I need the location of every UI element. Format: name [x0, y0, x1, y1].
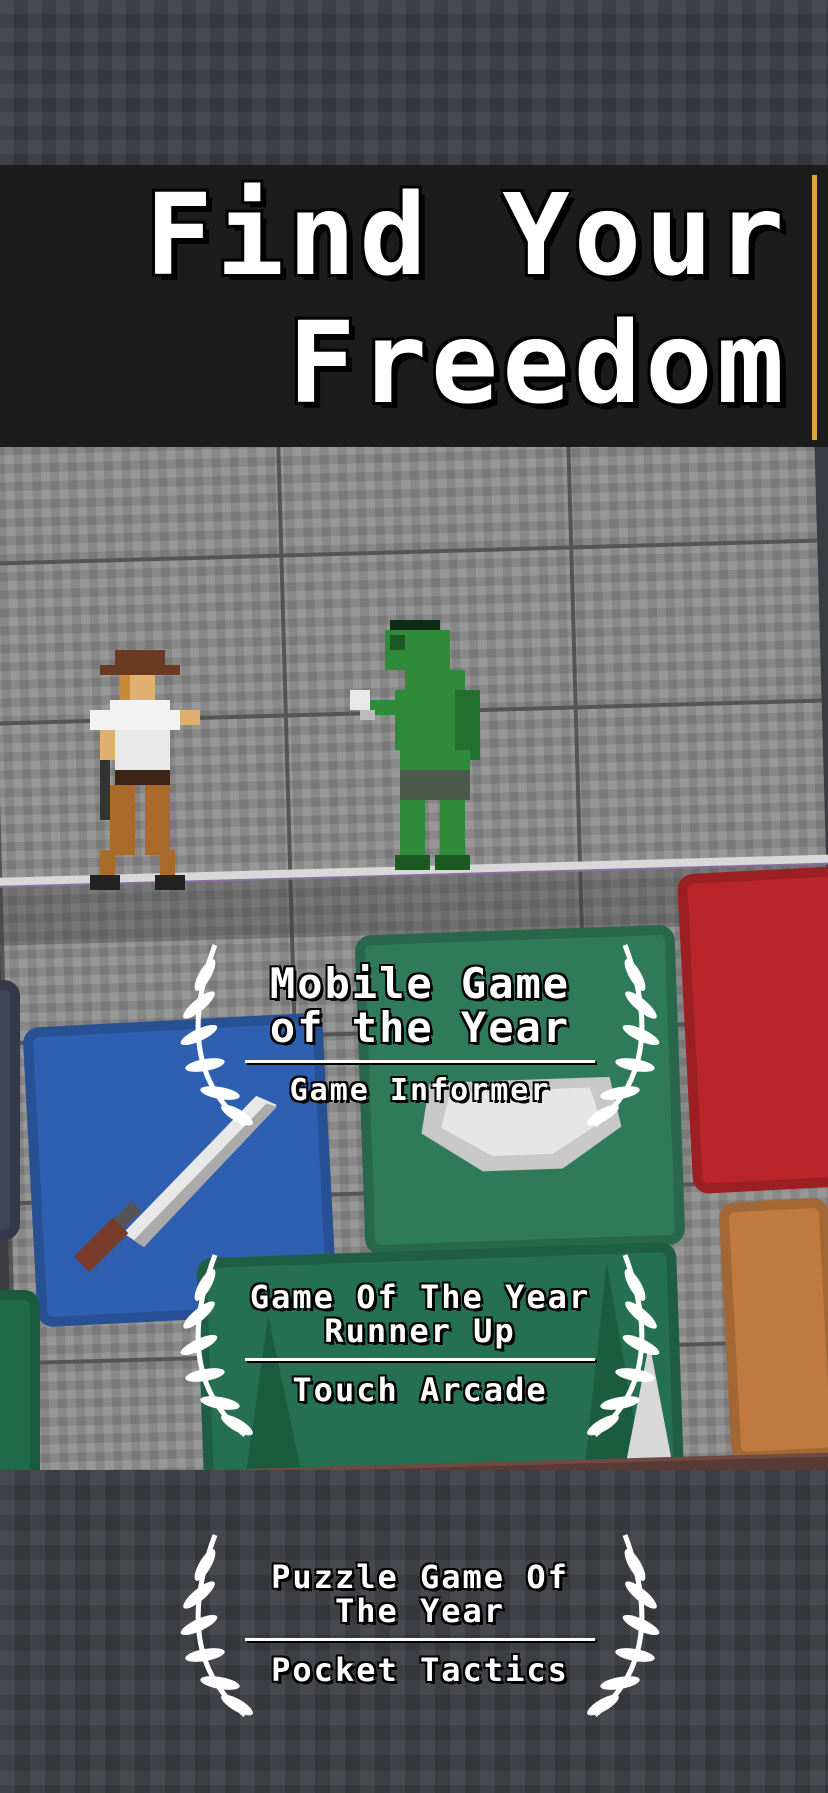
award-text: Mobile Game of the Year Game Informer: [245, 935, 595, 1135]
headline: Find Your Freedom: [8, 172, 788, 428]
award-text: Puzzle Game Of The Year Pocket Tactics: [245, 1525, 595, 1725]
award-divider: [245, 1060, 595, 1064]
award-title: Mobile Game of the Year: [269, 958, 571, 1052]
award-text: Game Of The Year Runner Up Touch Arcade: [245, 1245, 595, 1445]
dark-stone-background-top: [0, 0, 828, 170]
award-title-line-2: The Year: [334, 1591, 506, 1630]
dark-card: [0, 980, 20, 1240]
red-card: [676, 865, 828, 1195]
award-title: Puzzle Game Of The Year: [271, 1557, 569, 1630]
award-title-line-1: Puzzle Game Of: [271, 1557, 569, 1596]
award-source: Game Informer: [289, 1073, 551, 1109]
award-title-line-1: Game Of The Year: [249, 1277, 591, 1316]
explorer-sprite: [90, 650, 200, 890]
headline-line-1: Find Your: [145, 171, 788, 301]
award-source: Touch Arcade: [292, 1371, 548, 1410]
gold-accent-edge: [812, 175, 817, 440]
award-puzzle-game-of-the-year: Puzzle Game Of The Year Pocket Tactics: [175, 1525, 665, 1725]
green-card-left: [0, 1290, 40, 1490]
award-game-of-the-year-runner-up: Game Of The Year Runner Up Touch Arcade: [175, 1245, 665, 1445]
award-source: Pocket Tactics: [271, 1651, 569, 1690]
award-title-line-1: Mobile Game: [269, 958, 571, 1008]
award-divider: [245, 1638, 595, 1642]
award-title: Game Of The Year Runner Up: [249, 1277, 591, 1350]
zombie-sprite: [350, 620, 480, 870]
award-title-line-2: Runner Up: [324, 1311, 516, 1350]
award-title-line-2: of the Year: [269, 1003, 571, 1052]
orange-card: [718, 1197, 828, 1463]
award-mobile-game-of-the-year: Mobile Game of the Year Game Informer: [175, 935, 665, 1135]
award-divider: [245, 1358, 595, 1362]
game-screenshot: Find Your Freedom Mobile Game of the Yea…: [0, 0, 828, 1793]
headline-line-2: Freedom: [287, 299, 788, 429]
